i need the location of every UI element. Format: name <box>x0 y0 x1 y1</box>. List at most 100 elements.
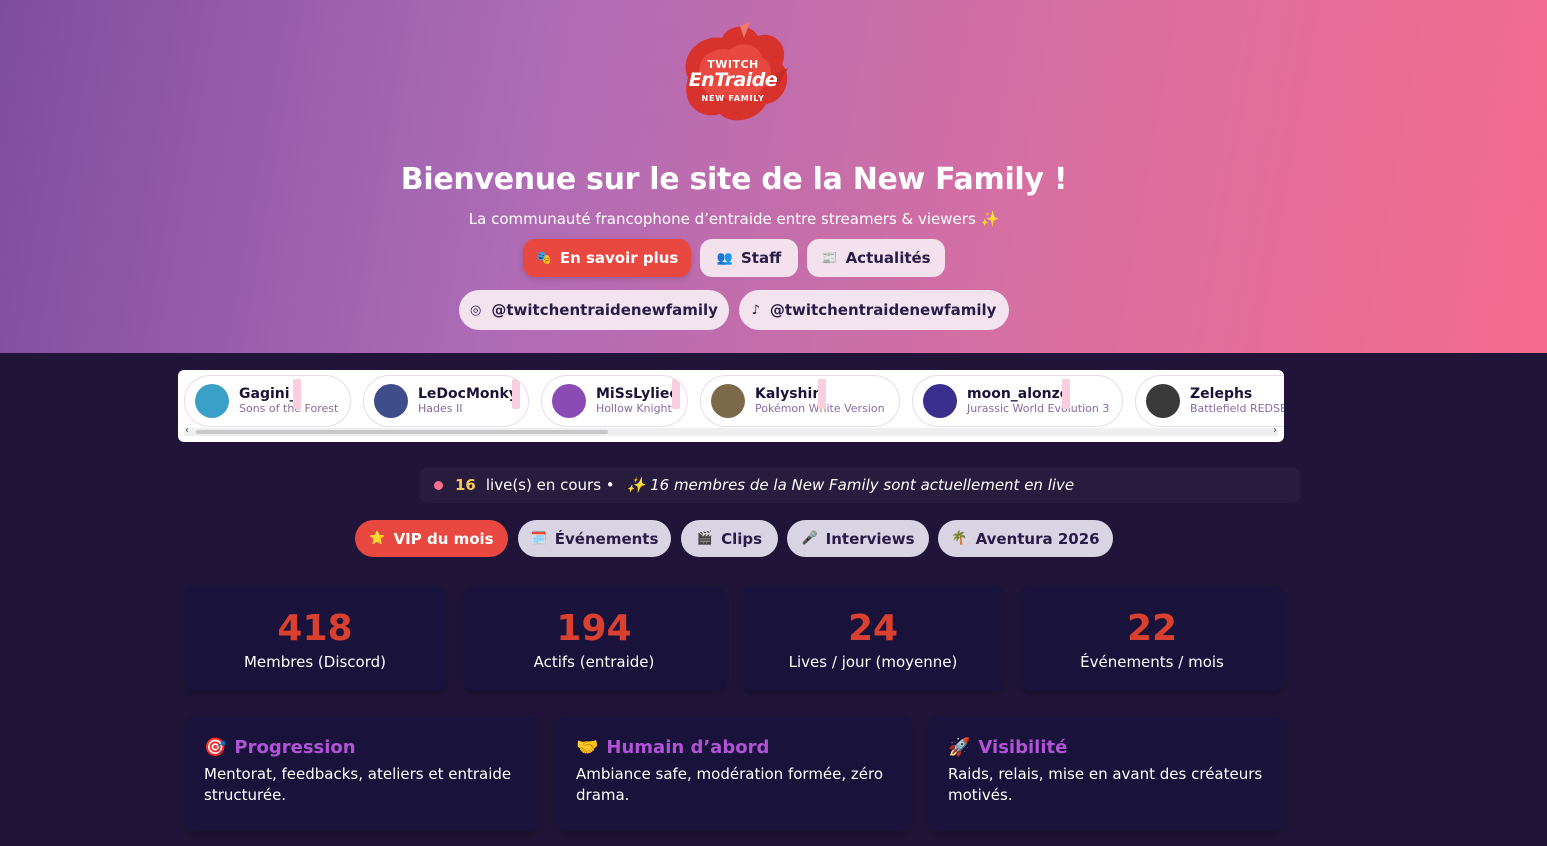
feature-card-visibilite: 🚀 Visibilité Raids, relais, mise en avan… <box>928 717 1284 831</box>
feature-title-text: Visibilité <box>978 737 1068 758</box>
horizontal-scrollbar[interactable]: ‹ › <box>184 425 1278 436</box>
feature-text: Ambiance safe, modération formée, zéro d… <box>576 765 884 804</box>
live-streamers-carousel[interactable]: Gagini_ Sons of the Forest LeDocMonky Ha… <box>178 370 1284 442</box>
stat-card-active: 194 Actifs (entraide) <box>463 585 725 691</box>
scroll-right-icon[interactable]: › <box>1273 425 1277 436</box>
tab-label: Interviews <box>825 529 915 548</box>
live-status-bar: 16 live(s) en cours • ✨ 16 membres de la… <box>420 467 1300 503</box>
tab-label: Événements <box>554 529 659 548</box>
handshake-icon: 🤝 <box>576 737 599 758</box>
palm-tree-icon: 🌴 <box>951 531 968 546</box>
stat-value: 418 <box>277 608 353 649</box>
target-icon: 🎯 <box>204 737 227 758</box>
card-accent <box>672 379 680 409</box>
stat-card-events: 22 Événements / mois <box>1021 585 1283 691</box>
streamer-card[interactable]: Zelephs Battlefield REDSEC <box>1135 375 1284 427</box>
card-accent <box>818 379 826 409</box>
scrollbar-thumb[interactable] <box>196 430 608 434</box>
card-accent <box>512 379 520 409</box>
staff-button[interactable]: 👥 Staff <box>700 239 798 277</box>
avatar <box>374 384 408 418</box>
instagram-handle: @twitchentraidenewfamily <box>491 301 718 319</box>
tiktok-handle: @twitchentraidenewfamily <box>769 301 997 319</box>
learn-more-label: En savoir plus <box>559 249 679 267</box>
streamer-card[interactable]: Kalyshin Pokémon White Version <box>700 375 900 427</box>
instagram-link[interactable]: ◎ @twitchentraidenewfamily <box>459 290 729 330</box>
tab-aventura-2026[interactable]: 🌴 Aventura 2026 <box>938 520 1113 557</box>
staff-label: Staff <box>740 249 782 267</box>
live-dot-icon <box>434 480 443 490</box>
scroll-left-icon[interactable]: ‹ <box>185 425 189 436</box>
tab-vip-du-mois[interactable]: ⭐ VIP du mois <box>355 520 508 557</box>
tab-interviews[interactable]: 🎤 Interviews <box>787 520 929 557</box>
newspaper-icon: 📰 <box>821 250 838 266</box>
logo-line-3: NEW FAMILY <box>701 94 765 103</box>
tiktok-icon: ♪ <box>751 302 760 318</box>
streamer-card[interactable]: LeDocMonky Hades II <box>363 375 529 427</box>
live-count: 16 <box>455 476 476 494</box>
live-count-label: live(s) en cours • <box>485 476 615 494</box>
news-label: Actualités <box>845 249 931 267</box>
feature-title-text: Humain d’abord <box>606 737 770 758</box>
feature-card-humain: 🤝 Humain d’abord Ambiance safe, modérati… <box>556 717 912 831</box>
streamer-name: Zelephs <box>1190 386 1253 402</box>
stat-value: 22 <box>1126 608 1178 649</box>
tab-label: Clips <box>721 529 763 548</box>
microphone-icon: 🎤 <box>801 531 818 546</box>
stat-label: Lives / jour (moyenne) <box>788 653 958 671</box>
logo-line-2: EnTraide <box>688 69 778 91</box>
avatar <box>552 384 586 418</box>
star-icon: ⭐ <box>369 531 386 546</box>
tab-label: VIP du mois <box>393 529 494 548</box>
calendar-icon: 🗓️ <box>530 531 547 546</box>
streamer-game: Sons of the Forest <box>239 402 339 415</box>
page-title: Bienvenue sur le site de la New Family ! <box>400 162 1068 197</box>
clapper-icon: 🎬 <box>696 531 714 546</box>
stat-value: 24 <box>847 608 899 649</box>
stat-card-lives: 24 Lives / jour (moyenne) <box>742 585 1004 691</box>
instagram-icon: ◎ <box>470 302 482 318</box>
stat-label: Actifs (entraide) <box>533 653 655 671</box>
feature-title: 🚀 Visibilité <box>948 737 1264 758</box>
news-button[interactable]: 📰 Actualités <box>807 239 945 277</box>
avatar <box>195 384 229 418</box>
tiktok-link[interactable]: ♪ @twitchentraidenewfamily <box>739 290 1009 330</box>
stat-label: Événements / mois <box>1080 653 1224 671</box>
hero-banner: TWITCH EnTraide NEW FAMILY Bienvenue sur… <box>0 0 1547 353</box>
people-icon: 👥 <box>716 250 733 266</box>
learn-more-button[interactable]: 🎭 En savoir plus <box>523 239 691 277</box>
streamer-name: moon_alonzo <box>967 386 1070 402</box>
live-message: ✨ 16 membres de la New Family sont actue… <box>626 476 1075 494</box>
streamer-card[interactable]: Gagini_ Sons of the Forest <box>184 375 351 427</box>
feature-title: 🎯 Progression <box>204 737 520 758</box>
tab-evenements[interactable]: 🗓️ Événements <box>518 520 671 557</box>
site-logo[interactable]: TWITCH EnTraide NEW FAMILY <box>670 16 796 128</box>
avatar <box>923 384 957 418</box>
streamer-name: MiSsLyliee <box>596 386 679 402</box>
rocket-icon: 🚀 <box>948 737 971 758</box>
feature-text: Mentorat, feedbacks, ateliers et entraid… <box>204 765 512 804</box>
feature-text: Raids, relais, mise en avant des créateu… <box>948 765 1263 804</box>
streamer-card[interactable]: MiSsLyliee Hollow Knight <box>541 375 688 427</box>
streamer-game: Hollow Knight <box>596 402 672 415</box>
avatar <box>711 384 745 418</box>
streamer-name: LeDocMonky <box>418 386 518 402</box>
card-accent <box>293 379 301 409</box>
feature-card-progression: 🎯 Progression Mentorat, feedbacks, ateli… <box>184 717 540 831</box>
tab-label: Aventura 2026 <box>975 529 1100 548</box>
feature-title-text: Progression <box>234 737 356 758</box>
streamer-game: Jurassic World Evolution 3 <box>967 402 1110 415</box>
masks-icon: 🎭 <box>535 250 552 266</box>
streamer-card[interactable]: moon_alonzo Jurassic World Evolution 3 <box>912 375 1123 427</box>
streamer-name: Gagini_ <box>239 386 297 402</box>
avatar <box>1146 384 1180 418</box>
feature-title: 🤝 Humain d’abord <box>576 737 892 758</box>
stat-label: Membres (Discord) <box>243 653 387 671</box>
stat-card-members: 418 Membres (Discord) <box>184 585 446 691</box>
tab-clips[interactable]: 🎬 Clips <box>681 520 778 557</box>
stat-value: 194 <box>556 608 632 649</box>
streamer-game: Battlefield REDSEC <box>1190 402 1284 415</box>
page-subtitle: La communauté francophone d’entraide ent… <box>468 210 1000 228</box>
streamer-game: Hades II <box>418 402 463 415</box>
card-accent <box>1062 379 1070 409</box>
